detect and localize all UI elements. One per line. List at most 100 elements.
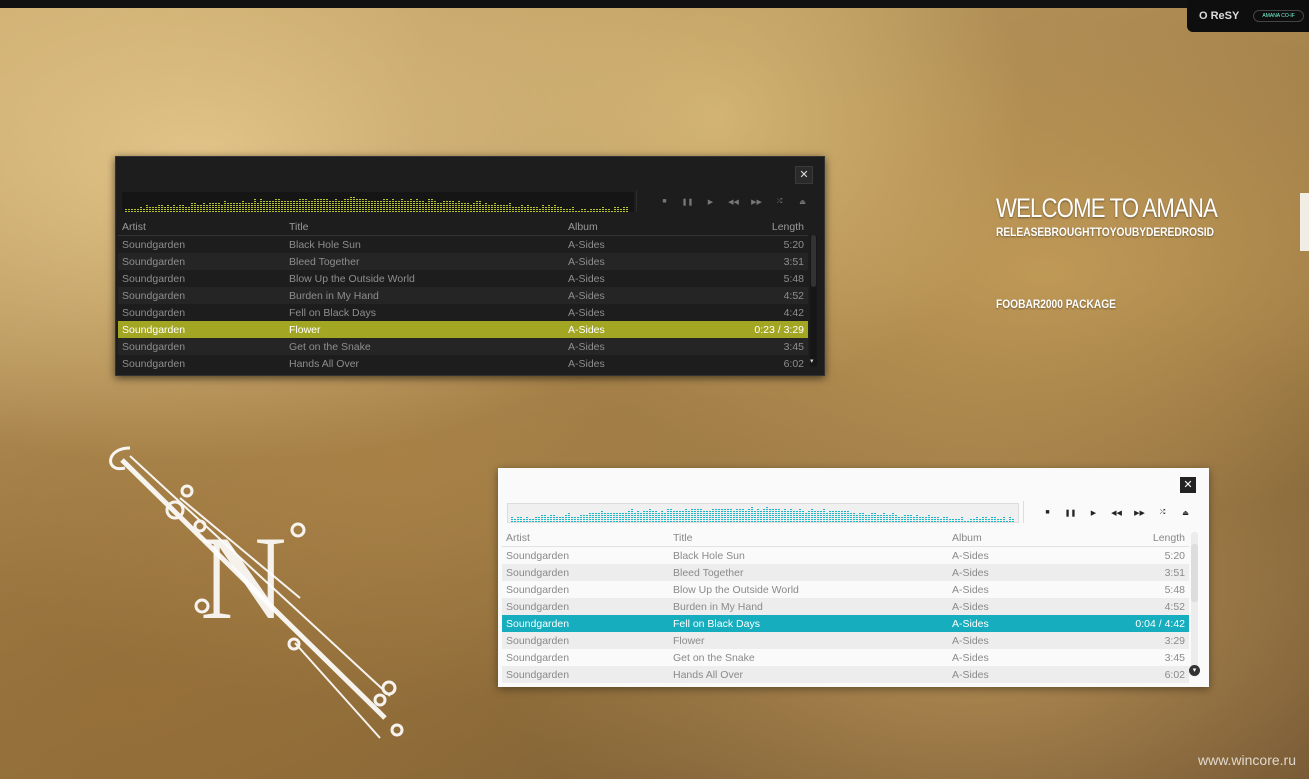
eject-icon[interactable]: ⏏ bbox=[1174, 509, 1197, 517]
spectrum-bar bbox=[892, 513, 894, 522]
pause-icon[interactable]: ❚❚ bbox=[676, 198, 699, 206]
col-artist-header[interactable]: Artist bbox=[502, 532, 669, 544]
spectrum-bar bbox=[485, 203, 487, 212]
edge-panel-tab[interactable] bbox=[1300, 193, 1309, 251]
table-row[interactable]: Soundgarden Bleed Together A-Sides 3:51 bbox=[502, 564, 1189, 581]
transport-controls: ■ ❚❚ ▶ ◀◀ ▶▶ ⤮ ⏏ bbox=[1036, 509, 1197, 517]
spectrum-bar bbox=[413, 200, 415, 212]
table-row[interactable]: Soundgarden Burden in My Hand A-Sides 4:52 bbox=[502, 598, 1189, 615]
player-window-light[interactable]: ✕ ■ ❚❚ ▶ ◀◀ ▶▶ ⤮ ⏏ Artist Title Album Le… bbox=[498, 468, 1209, 687]
stop-icon[interactable]: ■ bbox=[1036, 509, 1059, 517]
spectrum-bar bbox=[407, 201, 409, 212]
spectrum-bar bbox=[919, 516, 921, 522]
playlist: Artist Title Album Length Soundgarden Bla… bbox=[118, 219, 808, 372]
spectrum-bar bbox=[527, 205, 529, 212]
play-icon[interactable]: ▶ bbox=[1082, 509, 1105, 517]
spectrum-bar bbox=[961, 517, 963, 522]
prev-icon[interactable]: ◀◀ bbox=[722, 198, 745, 206]
spectrum-bar bbox=[293, 201, 295, 212]
spectrum-bar bbox=[898, 516, 900, 522]
spectrum-bar bbox=[575, 210, 577, 212]
col-title-header[interactable]: Title bbox=[285, 221, 564, 233]
spectrum-bar bbox=[718, 509, 720, 522]
scrollbar[interactable] bbox=[1191, 532, 1198, 677]
spectrum-bar bbox=[907, 515, 909, 522]
spectrum-bar bbox=[143, 209, 145, 212]
col-title-header[interactable]: Title bbox=[669, 532, 948, 544]
spectrum-bar bbox=[134, 208, 136, 212]
col-album-header[interactable]: Album bbox=[948, 532, 1098, 544]
spectrum-bar bbox=[431, 199, 433, 212]
scroll-down-icon[interactable]: ▾ bbox=[1189, 665, 1200, 676]
spectrum-bar bbox=[128, 208, 130, 212]
play-icon[interactable]: ▶ bbox=[699, 198, 722, 206]
scrollbar-thumb[interactable] bbox=[811, 235, 816, 287]
spectrum-bar bbox=[437, 202, 439, 212]
spectrum-bar bbox=[940, 519, 942, 522]
spectrum-bar bbox=[392, 198, 394, 212]
spectrum-bar bbox=[922, 516, 924, 522]
spectrum-bar bbox=[320, 198, 322, 212]
table-row[interactable]: Soundgarden Bleed Together A-Sides 3:51 bbox=[118, 253, 808, 270]
table-row[interactable]: Soundgarden Blow Up the Outside World A-Si… bbox=[502, 581, 1189, 598]
table-row[interactable]: Soundgarden Hands All Over A-Sides 6:02 bbox=[118, 355, 808, 372]
table-row[interactable]: Soundgarden Flower A-Sides 3:29 bbox=[502, 632, 1189, 649]
spectrum-bar bbox=[910, 515, 912, 522]
table-row[interactable]: Soundgarden Hands All Over A-Sides 6:02 bbox=[502, 666, 1189, 683]
player-window-dark[interactable]: ✕ ■ ❚❚ ▶ ◀◀ ▶▶ ⤮ ⏏ Artist Title Album Le… bbox=[115, 156, 825, 376]
table-row[interactable]: Soundgarden Black Hole Sun A-Sides 5:20 bbox=[502, 547, 1189, 564]
random-icon[interactable]: ⤮ bbox=[1151, 509, 1174, 517]
tray-widget[interactable]: O ReSY AMANA CO-IF bbox=[1187, 0, 1309, 32]
spectrum-bar bbox=[191, 202, 193, 212]
spectrum-bar bbox=[161, 205, 163, 212]
spectrum-bar bbox=[742, 508, 744, 522]
table-row[interactable]: Soundgarden Get on the Snake A-Sides 3:45 bbox=[118, 338, 808, 355]
close-button[interactable]: ✕ bbox=[795, 166, 813, 184]
next-icon[interactable]: ▶▶ bbox=[745, 198, 768, 206]
col-length-header[interactable]: Length bbox=[714, 221, 808, 233]
spectrum-bar bbox=[515, 206, 517, 212]
stop-icon[interactable]: ■ bbox=[653, 198, 676, 206]
spectrum-bar bbox=[784, 509, 786, 522]
spectrum-bar bbox=[602, 206, 604, 212]
spectrum-bar bbox=[652, 510, 654, 522]
close-button[interactable]: ✕ bbox=[1180, 477, 1196, 493]
col-length-header[interactable]: Length bbox=[1098, 532, 1189, 544]
prev-icon[interactable]: ◀◀ bbox=[1105, 509, 1128, 517]
table-row[interactable]: Soundgarden Blow Up the Outside World A-Si… bbox=[118, 270, 808, 287]
table-row[interactable]: Soundgarden Black Hole Sun A-Sides 5:20 bbox=[118, 236, 808, 253]
spectrum-bar bbox=[670, 509, 672, 522]
spectrum-bar bbox=[491, 204, 493, 212]
tray-brand-badge[interactable]: AMANA CO-IF bbox=[1253, 10, 1304, 22]
scrollbar-thumb[interactable] bbox=[1191, 544, 1198, 602]
spectrum-bar bbox=[326, 199, 328, 212]
spectrum-bar bbox=[817, 511, 819, 522]
table-row-playing[interactable]: Soundgarden Flower A-Sides 0:23 / 3:29 bbox=[118, 321, 808, 338]
table-row-playing[interactable]: Soundgarden Fell on Black Days A-Sides 0:04… bbox=[502, 615, 1189, 632]
table-row[interactable]: Soundgarden Get on the Snake A-Sides 3:45 bbox=[502, 649, 1189, 666]
spectrum-bar bbox=[790, 509, 792, 522]
spectrum-bar bbox=[538, 517, 540, 522]
spectrum-bar bbox=[877, 514, 879, 522]
spectrum-bar bbox=[724, 508, 726, 522]
col-artist-header[interactable]: Artist bbox=[118, 221, 285, 233]
spectrum-bar bbox=[634, 513, 636, 522]
random-icon[interactable]: ⤮ bbox=[768, 198, 791, 206]
spectrum-bar bbox=[637, 510, 639, 522]
spectrum-bar bbox=[560, 207, 562, 212]
spectrum-bar bbox=[263, 201, 265, 212]
table-row[interactable]: Soundgarden Burden in My Hand A-Sides 4:52 bbox=[118, 287, 808, 304]
col-album-header[interactable]: Album bbox=[564, 221, 714, 233]
scroll-down-icon[interactable]: ▾ bbox=[810, 357, 814, 365]
spectrum-bar bbox=[859, 513, 861, 522]
pause-icon[interactable]: ❚❚ bbox=[1059, 509, 1082, 517]
spectrum-bar bbox=[221, 204, 223, 212]
table-row[interactable]: Soundgarden Fell on Black Days A-Sides 4:42 bbox=[118, 304, 808, 321]
spectrum-bar bbox=[323, 199, 325, 212]
spectrum-bar bbox=[443, 200, 445, 212]
spectrum-bar bbox=[601, 511, 603, 522]
scrollbar[interactable] bbox=[810, 235, 817, 367]
eject-icon[interactable]: ⏏ bbox=[791, 198, 814, 206]
next-icon[interactable]: ▶▶ bbox=[1128, 509, 1151, 517]
spectrum-bar bbox=[763, 508, 765, 522]
